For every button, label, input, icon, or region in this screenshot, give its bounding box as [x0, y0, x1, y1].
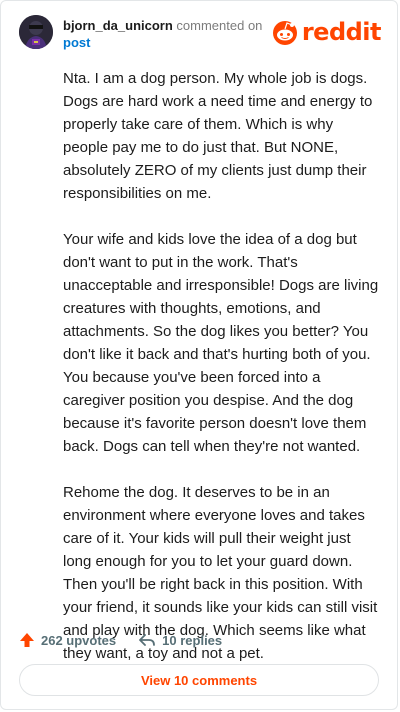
comment-paragraph: Your wife and kids love the idea of a do…: [63, 231, 379, 455]
upvote-arrow-icon: [20, 633, 34, 647]
reddit-wordmark: reddit: [301, 18, 382, 46]
commented-on-text: commented on: [176, 18, 263, 33]
comment-body: Nta. I am a dog person. My whole job is …: [63, 67, 381, 688]
reddit-snoo-icon: [272, 21, 297, 45]
reply-button[interactable]: 10 replies: [138, 632, 222, 648]
comment-card: bjorn_da_unicorn commented on post reddi…: [0, 0, 398, 710]
username[interactable]: bjorn_da_unicorn: [63, 18, 173, 33]
comment-paragraph: Nta. I am a dog person. My whole job is …: [63, 70, 373, 202]
reply-count: 10 replies: [162, 632, 223, 648]
upvote-count: 262 upvotes: [41, 632, 117, 648]
post-link[interactable]: post: [63, 34, 262, 51]
avatar-image: [19, 15, 53, 49]
reply-arrow-icon: [139, 634, 156, 646]
comment-header: bjorn_da_unicorn commented on post reddi…: [19, 15, 382, 55]
view-comments-button[interactable]: View 10 comments: [19, 664, 379, 696]
upvote-button[interactable]: 262 upvotes: [19, 632, 116, 648]
avatar[interactable]: [19, 15, 53, 49]
view-comments-label: View 10 comments: [140, 672, 258, 688]
comment-actions: 262 upvotes 10 replies: [19, 629, 379, 651]
reddit-logo: reddit: [270, 18, 382, 46]
comment-meta: bjorn_da_unicorn commented on post: [63, 17, 262, 51]
